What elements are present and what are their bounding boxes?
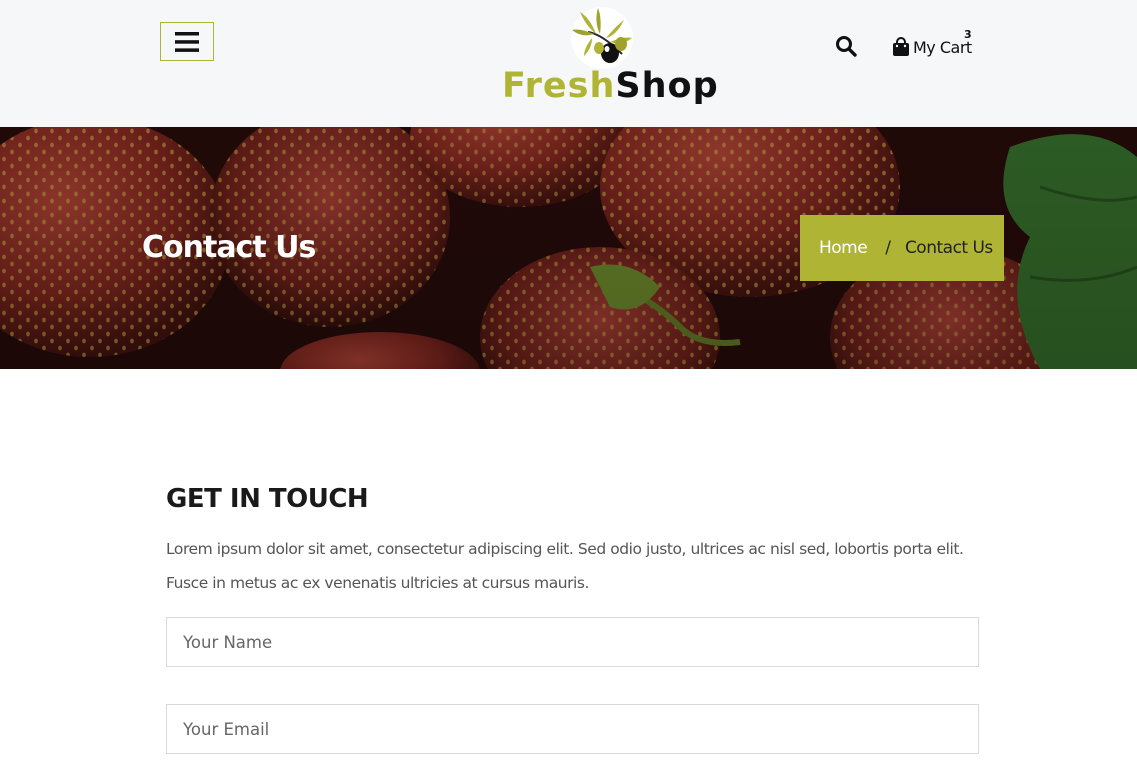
site-logo[interactable]: FreshShop [500,4,718,116]
cart-count-badge: 3 [964,28,972,41]
breadcrumb-separator: / [885,238,891,258]
logo-text-fresh: Fresh [502,66,616,106]
get-in-touch-heading: GET IN TOUCH [166,484,369,514]
name-field[interactable] [166,617,979,667]
search-icon[interactable] [835,35,857,57]
shopping-bag-icon [893,37,909,56]
email-field[interactable] [166,704,979,754]
page-banner: Contact Us Home / Contact Us [0,127,1137,369]
breadcrumb-home-link[interactable]: Home [819,238,868,258]
logo-text: FreshShop [502,66,719,106]
breadcrumb-current: Contact Us [904,238,993,258]
logo-text-shop: Shop [615,66,719,106]
get-in-touch-description: Lorem ipsum dolor sit amet, consectetur … [166,540,964,592]
menu-toggle-button[interactable] [160,22,214,61]
cart-label: My Cart [913,37,972,57]
site-header: FreshShop My Cart 3 [0,0,1137,127]
breadcrumb: Home / Contact Us [800,215,1004,281]
olive-branch-logo-icon [571,7,633,69]
cart-link[interactable]: My Cart 3 [892,28,972,60]
page-title: Contact Us [142,230,316,265]
hamburger-menu-icon [175,31,199,52]
